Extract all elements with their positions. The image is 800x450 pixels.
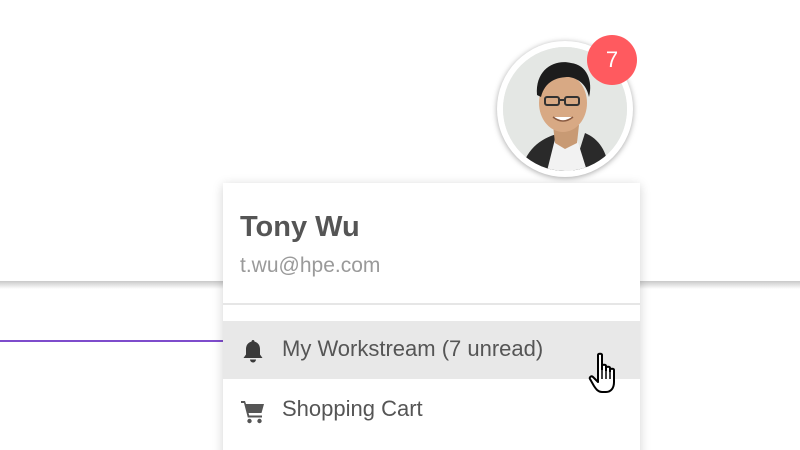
user-email: t.wu@hpe.com: [240, 254, 381, 277]
menu-divider: [223, 303, 640, 305]
user-dropdown-menu: Tony Wu t.wu@hpe.com My Workstream (7 un…: [223, 183, 640, 450]
menu-item-label: Shopping Cart: [282, 396, 423, 421]
menu-item-my-workstream[interactable]: My Workstream (7 unread): [223, 321, 640, 379]
shopping-cart-icon: [240, 398, 266, 424]
menu-item-label: My Workstream (7 unread): [282, 336, 544, 361]
stage: 7 Tony Wu t.wu@hpe.com My Workstream (7 …: [0, 0, 800, 450]
user-name: Tony Wu: [240, 211, 360, 243]
accent-underline: [0, 340, 240, 342]
notification-badge[interactable]: 7: [587, 35, 637, 85]
menu-item-shopping-cart[interactable]: Shopping Cart: [223, 381, 640, 439]
hand-pointer-cursor-icon: [588, 352, 624, 398]
bell-icon: [240, 338, 266, 364]
